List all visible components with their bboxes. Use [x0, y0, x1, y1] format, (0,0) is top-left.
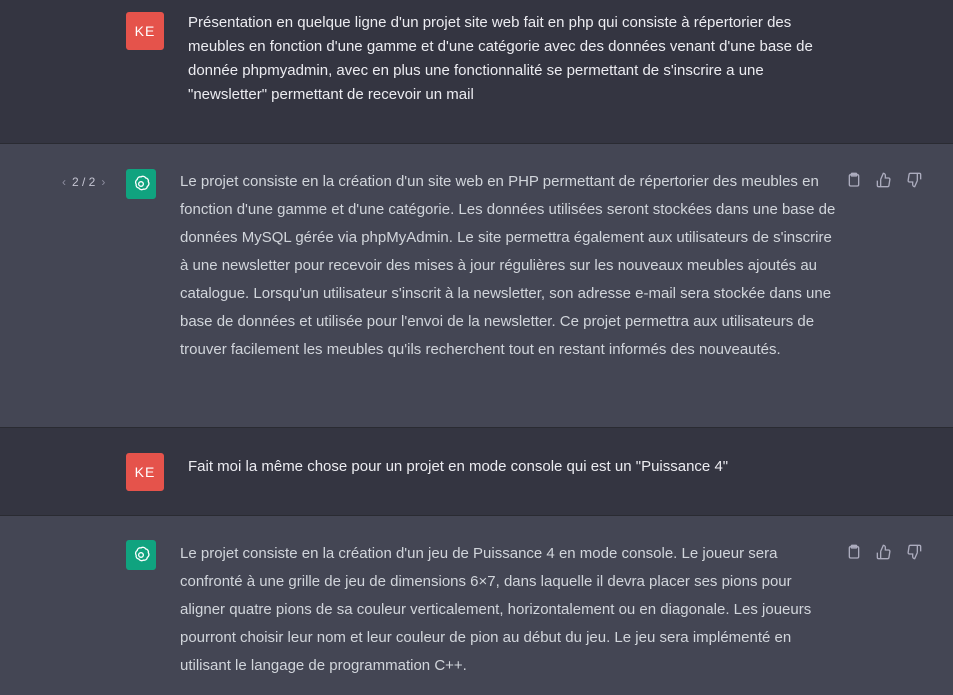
openai-logo-icon [126, 540, 156, 570]
user-avatar-initials: KE [134, 23, 156, 39]
clipboard-icon[interactable] [846, 172, 864, 190]
message-actions [846, 544, 924, 562]
assistant-message-text: Le projet consiste en la création d'un s… [180, 173, 836, 358]
openai-logo-icon [126, 169, 156, 199]
user-message-text: Présentation en quelque ligne d'un proje… [188, 14, 813, 103]
thumbs-up-icon[interactable] [876, 172, 894, 190]
thumbs-down-icon[interactable] [906, 544, 924, 562]
user-message-2: KE Fait moi la même chose pour un projet… [0, 428, 953, 516]
response-pager: ‹ 2 / 2 › [62, 175, 105, 189]
chevron-right-icon[interactable]: › [101, 175, 105, 189]
assistant-message-2: Le projet consiste en la création d'un j… [0, 516, 953, 695]
assistant-message-1: ‹ 2 / 2 › Le projet consiste en la créat… [0, 144, 953, 428]
user-avatar: KE [126, 453, 164, 491]
thumbs-down-icon[interactable] [906, 172, 924, 190]
pager-label: 2 / 2 [72, 175, 96, 189]
clipboard-icon[interactable] [846, 544, 864, 562]
chevron-left-icon[interactable]: ‹ [62, 175, 66, 189]
user-avatar-initials: KE [134, 464, 156, 480]
message-actions [846, 172, 924, 190]
user-message-text: Fait moi la même chose pour un projet en… [188, 458, 729, 475]
assistant-message-text: Le projet consiste en la création d'un j… [180, 545, 812, 674]
user-avatar: KE [126, 12, 164, 50]
thumbs-up-icon[interactable] [876, 544, 894, 562]
user-message-1: KE Présentation en quelque ligne d'un pr… [0, 0, 953, 144]
